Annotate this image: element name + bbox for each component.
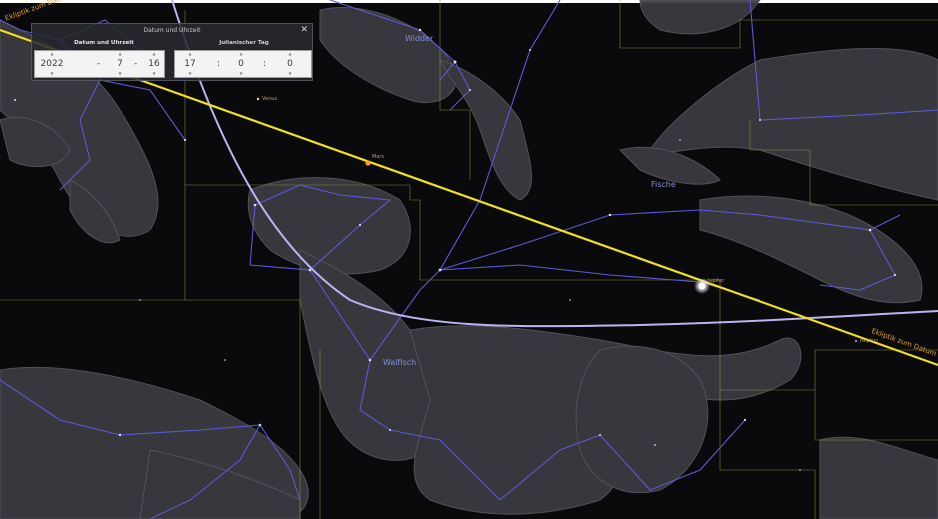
close-button[interactable]: ✕ — [300, 24, 308, 37]
tab-julian-day[interactable]: Julianischer Tag — [176, 38, 312, 49]
hour-value[interactable]: 17 — [177, 59, 203, 69]
tab-date-time[interactable]: Datum und Uhrzeit — [34, 38, 174, 49]
planet-label-venus[interactable]: Venus — [262, 96, 277, 102]
day-value[interactable]: 16 — [141, 59, 167, 69]
dialog-title[interactable]: Datum und Uhrzeit — [32, 24, 312, 37]
date-fields: ▲ 2022 ▼ - ▲ 7 ▼ - ▲ 16 ▼ — [34, 50, 165, 78]
constellation-label-fische[interactable]: Fische — [651, 180, 676, 189]
minute-value[interactable]: 0 — [228, 59, 254, 69]
hour-down-arrow-icon[interactable]: ▼ — [177, 72, 203, 76]
day-down-arrow-icon[interactable]: ▼ — [141, 72, 167, 76]
date-separator: - — [134, 59, 138, 69]
month-spinbox[interactable]: ▲ 7 ▼ — [107, 51, 133, 77]
month-down-arrow-icon[interactable]: ▼ — [107, 72, 133, 76]
neptun-dot[interactable] — [855, 340, 857, 342]
year-value[interactable]: 2022 — [37, 59, 67, 69]
second-down-arrow-icon[interactable]: ▼ — [277, 72, 303, 76]
date-time-dialog[interactable]: Datum und Uhrzeit ✕ Datum und Uhrzeit Ju… — [31, 23, 313, 81]
date-separator: - — [97, 59, 101, 69]
day-up-arrow-icon[interactable]: ▲ — [141, 52, 167, 56]
second-spinbox[interactable]: ▲ 0 ▼ — [277, 51, 303, 77]
close-icon[interactable]: ✕ — [300, 25, 308, 35]
hour-up-arrow-icon[interactable]: ▲ — [177, 52, 203, 56]
minute-up-arrow-icon[interactable]: ▲ — [228, 52, 254, 56]
hour-spinbox[interactable]: ▲ 17 ▼ — [177, 51, 203, 77]
time-separator: : — [263, 59, 267, 69]
month-value[interactable]: 7 — [107, 59, 133, 69]
venus-dot[interactable] — [256, 97, 260, 101]
day-spinbox[interactable]: ▲ 16 ▼ — [141, 51, 167, 77]
jupiter-dot[interactable] — [698, 282, 706, 290]
time-fields: ▲ 17 ▼ : ▲ 0 ▼ : ▲ 0 ▼ — [174, 50, 312, 78]
time-separator: : — [217, 59, 221, 69]
sky-view[interactable]: Widder Fische Walfisch Venus Mars Jupite… — [0, 0, 938, 519]
mars-dot[interactable] — [365, 160, 371, 166]
second-value[interactable]: 0 — [277, 59, 303, 69]
constellation-label-widder[interactable]: Widder — [405, 34, 433, 43]
planet-label-neptun[interactable]: Neptun — [860, 338, 878, 344]
month-up-arrow-icon[interactable]: ▲ — [107, 52, 133, 56]
constellation-label-walfisch[interactable]: Walfisch — [383, 358, 416, 367]
second-up-arrow-icon[interactable]: ▲ — [277, 52, 303, 56]
minute-down-arrow-icon[interactable]: ▼ — [228, 72, 254, 76]
year-up-arrow-icon[interactable]: ▲ — [37, 52, 67, 56]
minute-spinbox[interactable]: ▲ 0 ▼ — [228, 51, 254, 77]
planet-label-mars[interactable]: Mars — [372, 154, 384, 160]
year-down-arrow-icon[interactable]: ▼ — [37, 72, 67, 76]
top-edge — [0, 0, 938, 3]
planet-label-jupiter[interactable]: Jupiter — [708, 278, 724, 284]
year-spinbox[interactable]: ▲ 2022 ▼ — [37, 51, 67, 77]
